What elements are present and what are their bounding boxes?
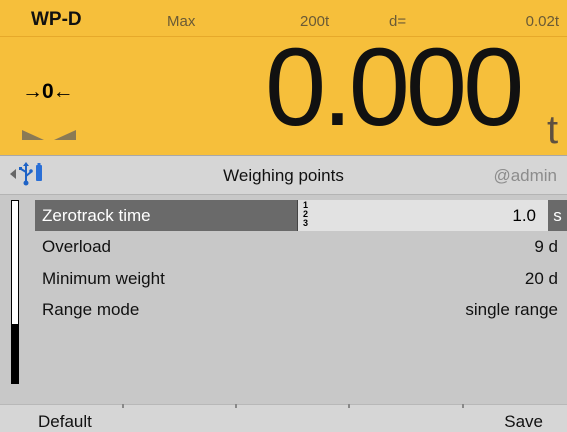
softkey-bar: Default Save [0,404,567,432]
save-softkey[interactable]: Save [504,412,543,432]
list-item-zerotrack-time[interactable]: Zerotrack time 1 2 3 1.0 s [35,200,567,231]
numeric-input-mode-icon: 1 2 3 [302,200,308,228]
zero-indicator-icon: →0← [22,80,74,103]
default-softkey[interactable]: Default [38,412,92,432]
list-item-label: Range mode [42,300,140,319]
weight-display: WP-D Max 200t d= 0.02t →0← 0.000 t [0,0,567,155]
title-bar: Weighing points @admin [0,155,567,195]
softkey-divider [348,404,350,408]
softkey-divider [462,404,464,408]
division-value: 0.02t [525,13,559,30]
zerotrack-time-value: 1.0 [512,206,536,225]
list-item-value: 9 d [534,237,558,256]
list-item-overload[interactable]: Overload 9 d [35,231,567,262]
page-title: Weighing points [223,166,344,185]
list-item-range-mode[interactable]: Range mode single range [35,294,567,325]
user-label: @admin [493,166,557,185]
max-label: Max [167,13,196,30]
softkey-divider [235,404,237,408]
scale-id: WP-D [31,9,82,30]
scroll-thumb[interactable] [12,201,18,324]
standstill-icon [22,130,76,140]
list-item-value: 20 d [524,269,558,288]
scrollbar[interactable] [11,200,19,384]
list-item-value: single range [465,300,558,319]
softkey-divider [122,404,124,408]
zerotrack-time-unit: s [548,200,567,231]
zerotrack-time-input[interactable] [297,200,548,231]
weight-value: 0.000 [265,26,524,149]
list-item-label: Minimum weight [42,269,165,288]
list-item-label: Zerotrack time [42,206,151,225]
weight-unit: t [547,108,559,152]
list-item-label: Overload [42,237,111,256]
list-item-minimum-weight[interactable]: Minimum weight 20 d [35,263,567,294]
